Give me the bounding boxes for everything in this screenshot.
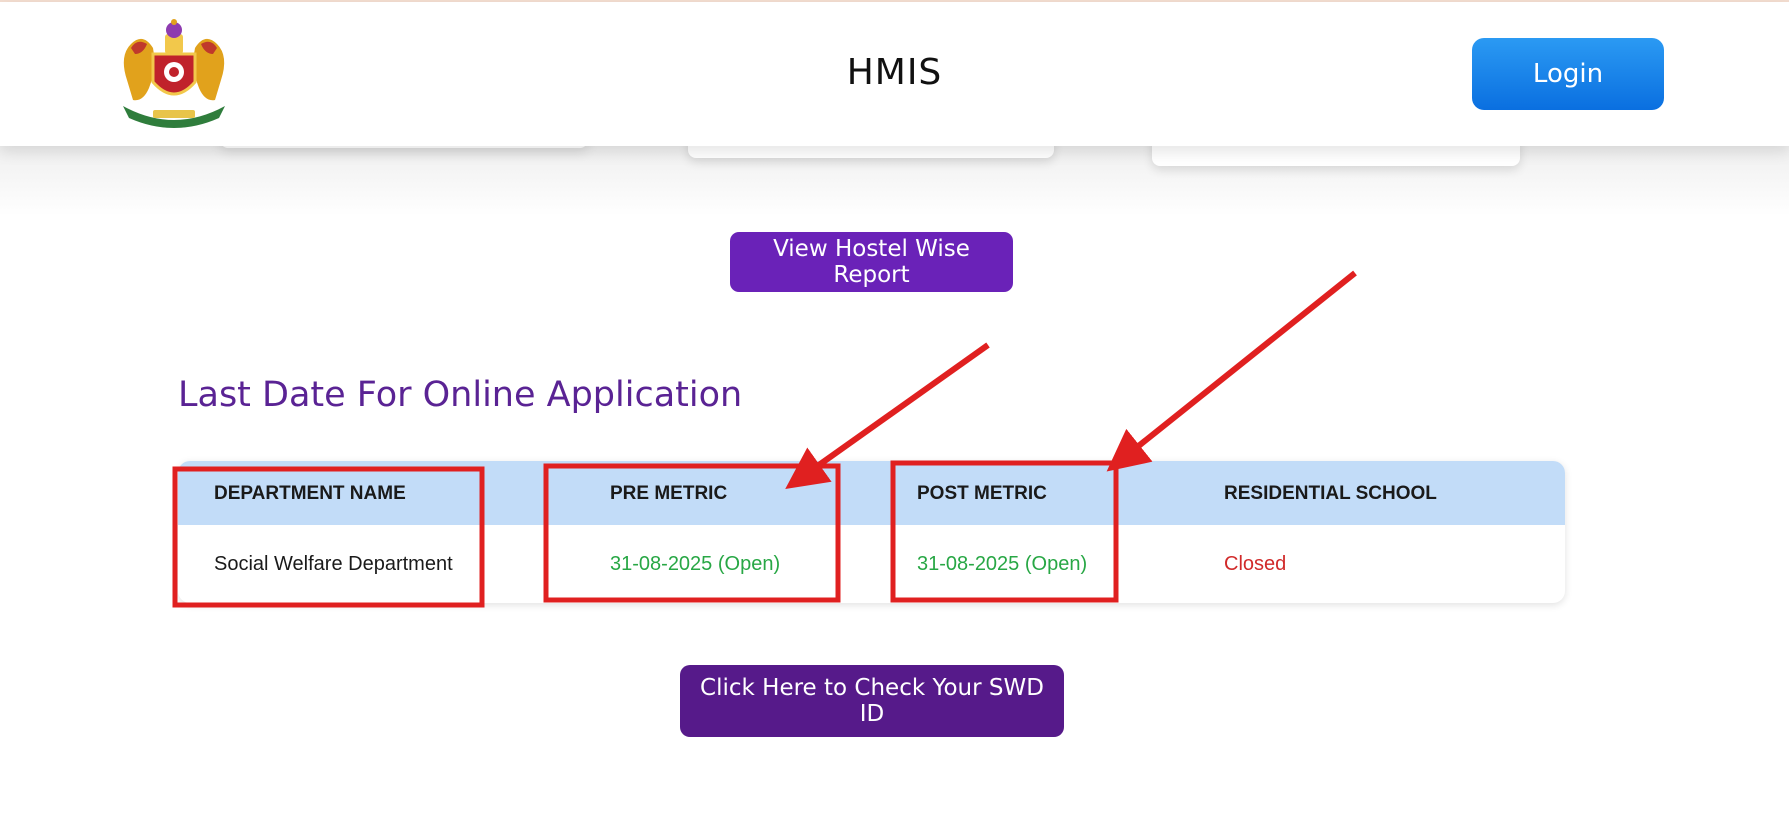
annotation-arrow — [1106, 270, 1357, 472]
column-header-department: DEPARTMENT NAME — [214, 483, 406, 504]
section-title: Last Date For Online Application — [178, 375, 743, 415]
view-hostel-report-button[interactable]: View Hostel Wise Report — [730, 232, 1013, 292]
deadline-table: DEPARTMENT NAME PRE METRIC POST METRIC R… — [178, 461, 1565, 603]
column-header-residential-school: RESIDENTIAL SCHOOL — [1224, 483, 1437, 504]
login-button[interactable]: Login — [1472, 38, 1664, 110]
check-swd-id-button[interactable]: Click Here to Check Your SWD ID — [680, 665, 1064, 737]
department-name-cell: Social Welfare Department — [214, 553, 453, 575]
column-header-pre-metric: PRE METRIC — [610, 483, 728, 504]
residential-school-status-cell: Closed — [1224, 553, 1287, 575]
top-navbar: HMIS Login — [0, 2, 1789, 146]
column-header-post-metric: POST METRIC — [917, 483, 1047, 504]
pre-metric-date-cell: 31-08-2025 (Open) — [610, 553, 781, 575]
table-header: DEPARTMENT NAME PRE METRIC POST METRIC R… — [178, 461, 1565, 525]
post-metric-date-cell: 31-08-2025 (Open) — [917, 553, 1088, 575]
